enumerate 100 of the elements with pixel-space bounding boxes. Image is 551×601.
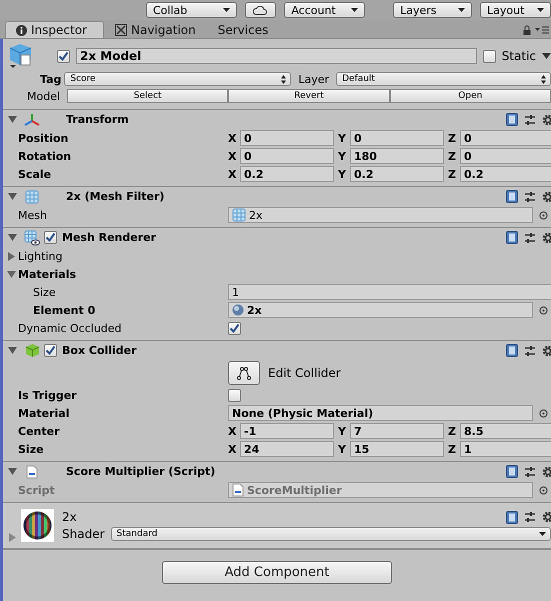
settings-icon[interactable] [542, 466, 551, 478]
help-book-icon[interactable] [506, 510, 518, 524]
number-field[interactable]: 8.5 [460, 423, 551, 439]
object-picker-icon[interactable] [539, 210, 548, 220]
axis-label: X [228, 150, 238, 162]
axis-label: Y [338, 168, 347, 180]
component-title: Box Collider [62, 344, 137, 357]
expanded-triangle-icon[interactable] [8, 192, 17, 201]
up-down-arrows-icon [541, 74, 546, 84]
number-field[interactable]: 0 [240, 130, 334, 146]
checkbox[interactable] [57, 50, 70, 62]
property-label: Position [18, 132, 70, 144]
axes-icon [24, 112, 40, 126]
object-field[interactable]: 2x [228, 302, 533, 318]
axis-label: Y [338, 424, 347, 438]
property-label: Center [18, 424, 61, 438]
preset-sliders-icon[interactable] [524, 190, 536, 202]
axis-label: Z [448, 424, 457, 438]
edit-collider-button[interactable] [228, 361, 260, 385]
number-field[interactable]: 1 [228, 284, 551, 300]
number-field[interactable]: 0.2 [240, 166, 334, 182]
foldout-label[interactable]: Lighting [18, 250, 228, 262]
preset-sliders-icon[interactable] [524, 114, 536, 126]
checkbox[interactable] [228, 322, 241, 334]
object-field[interactable]: 2x [228, 207, 533, 223]
axis-label: X [228, 424, 238, 438]
panel-tab[interactable]: Navigation [104, 21, 207, 38]
add-component-button[interactable]: Add Component [162, 561, 392, 584]
panel-tab[interactable]: Inspector [5, 21, 104, 38]
expanded-triangle-icon[interactable] [7, 270, 16, 278]
expanded-triangle-icon[interactable] [8, 346, 17, 355]
number-field[interactable]: 0.2 [350, 166, 444, 182]
number-field[interactable]: 0 [460, 130, 551, 146]
object-picker-icon[interactable] [539, 408, 548, 418]
checkbox[interactable] [482, 50, 496, 62]
axis-label: Z [448, 168, 457, 180]
panel-tab[interactable]: Services [206, 21, 280, 38]
preset-sliders-icon[interactable] [524, 511, 536, 523]
collab-button[interactable]: Collab [146, 2, 237, 18]
account-button[interactable]: Account [284, 2, 366, 18]
settings-icon[interactable] [542, 114, 551, 126]
number-field[interactable]: 0 [460, 148, 551, 164]
settings-icon[interactable] [542, 190, 551, 202]
preset-sliders-icon[interactable] [524, 344, 536, 356]
checkbox[interactable] [228, 388, 241, 402]
grid-icon [25, 190, 39, 204]
number-field[interactable]: 7 [350, 423, 444, 439]
number-field[interactable]: 15 [350, 441, 444, 457]
model-button[interactable]: Revert [228, 89, 390, 103]
number-field[interactable]: 0.2 [460, 166, 551, 182]
number-field[interactable]: 1 [460, 441, 551, 457]
property-label: Is Trigger [18, 388, 78, 402]
settings-icon[interactable] [542, 232, 551, 244]
number-field[interactable]: 0 [350, 130, 444, 146]
model-button[interactable]: Open [390, 89, 551, 103]
expanded-triangle-icon[interactable] [8, 115, 17, 124]
preset-sliders-icon[interactable] [524, 466, 536, 478]
object-name-field[interactable]: 2x Model [76, 48, 477, 64]
caret-icon [537, 8, 544, 12]
number-field[interactable]: 0 [240, 148, 334, 164]
layer-dropdown[interactable]: Default [336, 72, 551, 86]
layers-button[interactable]: Layers [393, 2, 472, 18]
layout-button[interactable]: Layout [480, 2, 551, 18]
settings-icon[interactable] [542, 344, 551, 356]
grid-eye-icon [24, 230, 40, 246]
axis-label: X [228, 132, 238, 144]
collapsed-triangle-icon[interactable] [7, 252, 16, 260]
caret-icon[interactable] [542, 53, 551, 59]
material-name: 2x [62, 510, 77, 524]
model-button[interactable]: Select [67, 89, 228, 103]
expanded-triangle-icon[interactable] [8, 233, 17, 242]
component-title: Transform [66, 113, 129, 126]
menu-icon[interactable] [535, 26, 549, 34]
number-field[interactable]: -1 [240, 423, 334, 439]
static-label: Static [502, 49, 536, 63]
cloud-button[interactable] [244, 2, 276, 18]
preset-sliders-icon[interactable] [524, 232, 536, 244]
checkbox[interactable] [44, 344, 57, 357]
component-title: Score Multiplier (Script) [66, 465, 216, 478]
grid-icon [232, 208, 246, 222]
number-field[interactable]: 180 [350, 148, 444, 164]
tag-dropdown[interactable]: Score [64, 72, 292, 86]
help-book-icon[interactable] [506, 190, 518, 203]
help-book-icon[interactable] [506, 231, 518, 244]
shader-dropdown[interactable]: Standard [110, 527, 551, 541]
number-field[interactable]: 24 [240, 441, 334, 457]
settings-icon[interactable] [542, 511, 551, 523]
axis-label: Z [448, 150, 457, 162]
caret-icon [351, 8, 358, 12]
lock-icon[interactable] [523, 24, 531, 34]
object-picker-icon[interactable] [539, 306, 548, 314]
help-book-icon[interactable] [506, 344, 518, 357]
model-label: Model [27, 90, 62, 102]
object-picker-icon[interactable] [539, 486, 548, 494]
help-book-icon[interactable] [506, 465, 518, 478]
help-book-icon[interactable] [506, 113, 518, 126]
checkbox[interactable] [44, 231, 57, 244]
object-field[interactable]: None (Physic Material) [228, 405, 533, 421]
expanded-triangle-icon[interactable] [8, 467, 17, 476]
foldout-label[interactable]: Materials [18, 268, 228, 280]
